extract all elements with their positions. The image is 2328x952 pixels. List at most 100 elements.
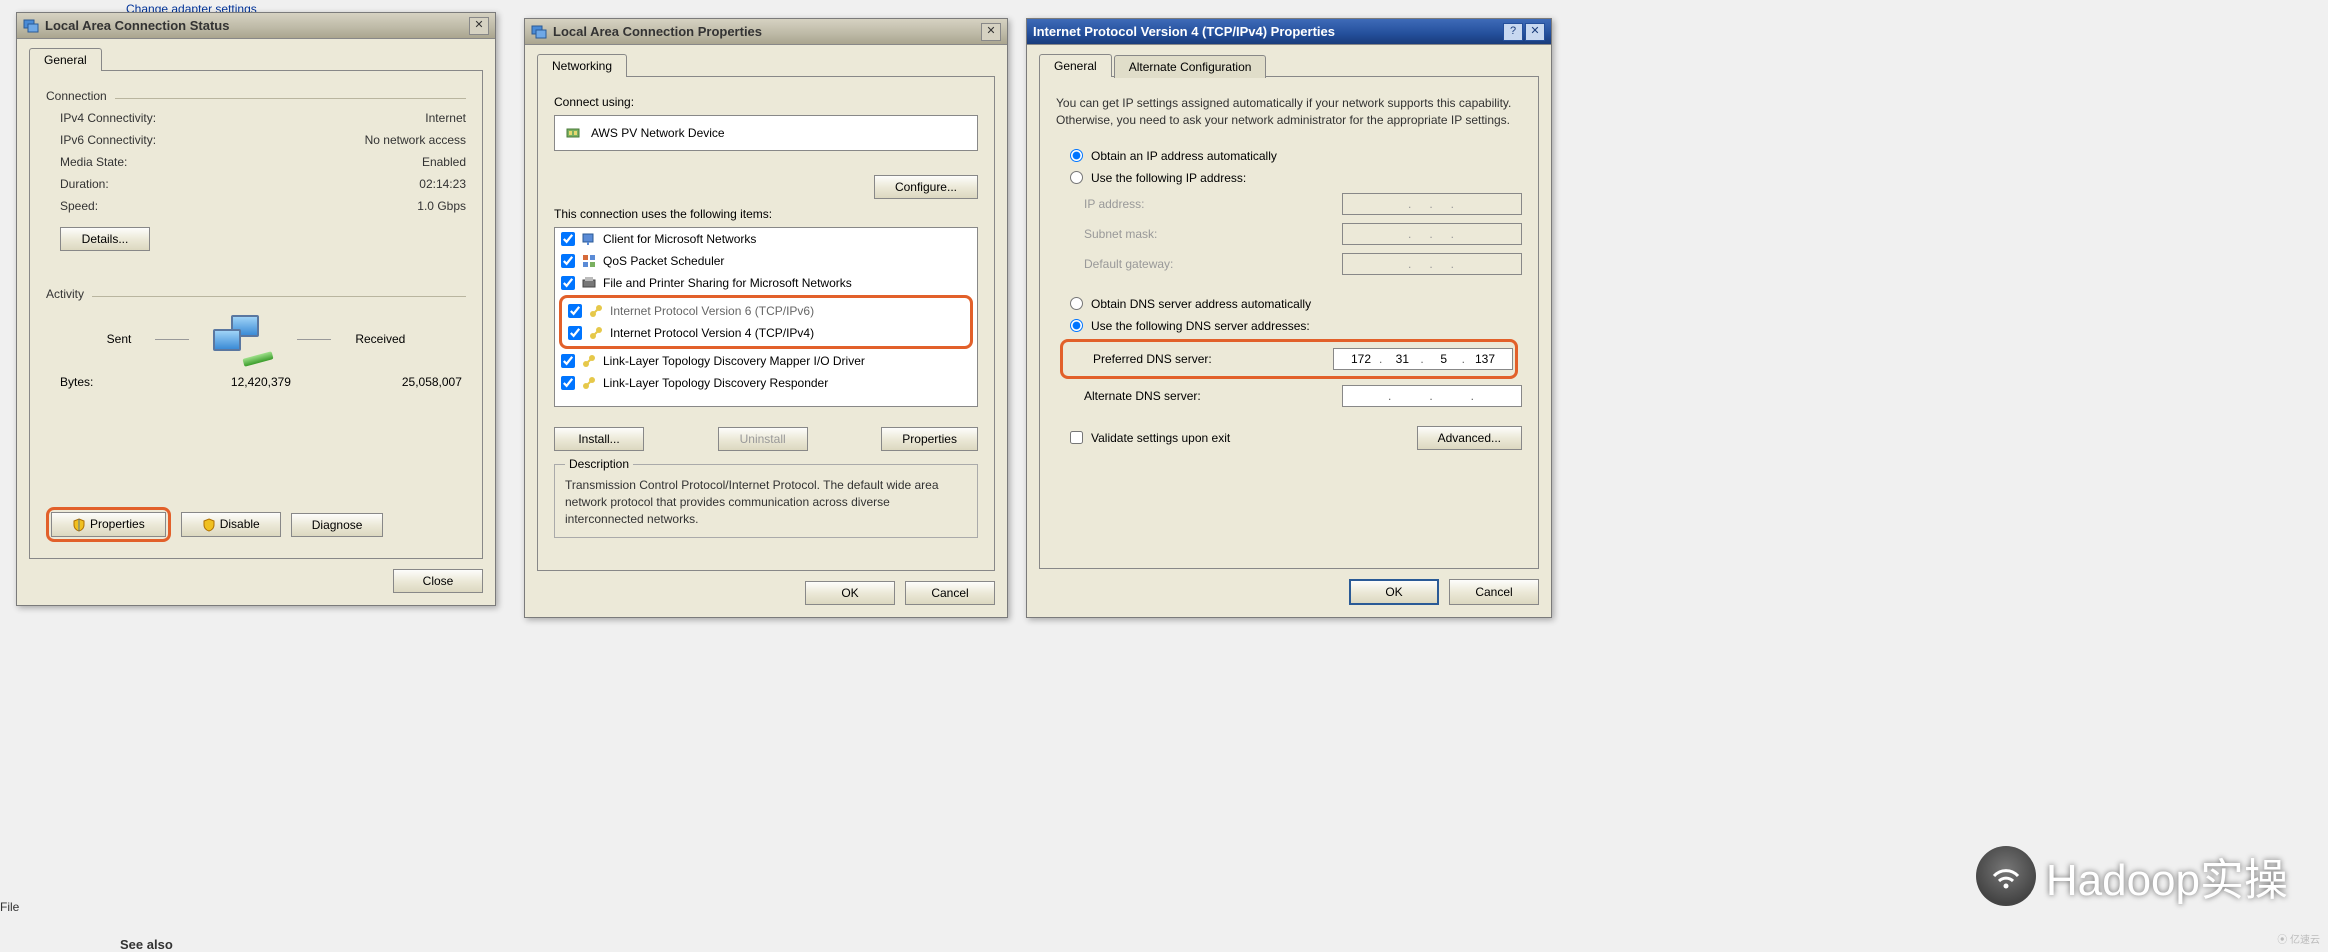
cancel-button[interactable]: Cancel (905, 581, 995, 605)
help-icon[interactable]: ? (1503, 23, 1523, 41)
radio-input[interactable] (1070, 297, 1083, 310)
item-label: File and Printer Sharing for Microsoft N… (603, 276, 852, 290)
ipv4-info-text: You can get IP settings assigned automat… (1056, 95, 1522, 129)
item-checkbox[interactable] (568, 326, 582, 340)
tab-networking[interactable]: Networking (537, 54, 627, 77)
list-item[interactable]: File and Printer Sharing for Microsoft N… (555, 272, 977, 294)
protocol-icon (581, 353, 597, 369)
subnet-mask-label: Subnet mask: (1084, 227, 1332, 241)
radio-use-dns[interactable]: Use the following DNS server addresses: (1056, 315, 1522, 337)
preferred-dns-label: Preferred DNS server: (1093, 352, 1323, 366)
list-item[interactable]: Link-Layer Topology Discovery Mapper I/O… (555, 350, 977, 372)
item-label: Client for Microsoft Networks (603, 232, 756, 246)
media-state-value: Enabled (422, 155, 466, 169)
cancel-button[interactable]: Cancel (1449, 579, 1539, 605)
duration-label: Duration: (60, 177, 419, 191)
list-item[interactable]: Link-Layer Topology Discovery Responder (555, 372, 977, 394)
tab-alternate-config[interactable]: Alternate Configuration (1114, 55, 1267, 78)
ipv4-conn-value: Internet (425, 111, 466, 125)
subnet-mask-input: . . . (1342, 223, 1522, 245)
activity-group-label: Activity (46, 287, 84, 301)
checkbox-input[interactable] (1070, 431, 1083, 444)
alternate-dns-label: Alternate DNS server: (1084, 389, 1332, 403)
sep-line-icon (155, 339, 189, 340)
radio-label: Use the following IP address: (1091, 171, 1246, 185)
ip-seg[interactable] (1352, 389, 1388, 403)
item-checkbox[interactable] (568, 304, 582, 318)
wifi-icon (1976, 846, 2036, 906)
properties-titlebar[interactable]: Local Area Connection Properties ✕ (525, 19, 1007, 45)
close-icon[interactable]: ✕ (981, 23, 1001, 41)
validate-settings-checkbox[interactable]: Validate settings upon exit (1056, 425, 1230, 451)
ok-button[interactable]: OK (1349, 579, 1439, 605)
alternate-dns-input[interactable]: . . . (1342, 385, 1522, 407)
radio-input[interactable] (1070, 149, 1083, 162)
sep-line-icon (297, 339, 331, 340)
radio-input[interactable] (1070, 171, 1083, 184)
ipv4-titlebar[interactable]: Internet Protocol Version 4 (TCP/IPv4) P… (1027, 19, 1551, 45)
network-status-icon (23, 18, 39, 34)
item-checkbox[interactable] (561, 232, 575, 246)
ip-seg[interactable] (1343, 352, 1379, 366)
sent-label: Sent (107, 332, 132, 346)
advanced-button[interactable]: Advanced... (1417, 426, 1522, 450)
uninstall-button: Uninstall (718, 427, 808, 451)
tab-general[interactable]: General (1039, 54, 1112, 77)
diagnose-button[interactable]: Diagnose (291, 513, 384, 537)
connection-items-list[interactable]: Client for Microsoft Networks QoS Packet… (554, 227, 978, 407)
disable-button[interactable]: Disable (181, 512, 281, 537)
details-button[interactable]: Details... (60, 227, 150, 251)
status-dialog: Local Area Connection Status ✕ General C… (16, 12, 496, 606)
bytes-sent-value: 12,420,379 (194, 375, 328, 389)
item-properties-button[interactable]: Properties (881, 427, 978, 451)
radio-input[interactable] (1070, 319, 1083, 332)
item-label: Internet Protocol Version 4 (TCP/IPv4) (610, 326, 814, 340)
ip-seg[interactable] (1393, 389, 1429, 403)
close-icon[interactable]: ✕ (1525, 23, 1545, 41)
configure-button[interactable]: Configure... (874, 175, 978, 199)
ip-address-input: . . . (1342, 193, 1522, 215)
preferred-dns-input[interactable]: . . . (1333, 348, 1513, 370)
radio-obtain-dns-auto[interactable]: Obtain DNS server address automatically (1056, 293, 1522, 315)
protocol-icon (581, 375, 597, 391)
radio-use-ip[interactable]: Use the following IP address: (1056, 167, 1522, 189)
default-gateway-input: . . . (1342, 253, 1522, 275)
bytes-received-value: 25,058,007 (328, 375, 462, 389)
computers-icon (213, 315, 273, 363)
adapter-icon (565, 124, 583, 142)
list-item-ipv4[interactable]: Internet Protocol Version 4 (TCP/IPv4) (562, 322, 970, 344)
item-label: Internet Protocol Version 6 (TCP/IPv6) (610, 304, 814, 318)
item-checkbox[interactable] (561, 254, 575, 268)
speed-label: Speed: (60, 199, 417, 213)
file-label: File (0, 900, 19, 914)
radio-obtain-ip-auto[interactable]: Obtain an IP address automatically (1056, 145, 1522, 167)
list-item[interactable]: QoS Packet Scheduler (555, 250, 977, 272)
close-icon[interactable]: ✕ (469, 17, 489, 35)
item-checkbox[interactable] (561, 276, 575, 290)
close-button[interactable]: Close (393, 569, 483, 593)
radio-label: Obtain an IP address automatically (1091, 149, 1277, 163)
received-label: Received (355, 332, 405, 346)
ip-seg[interactable] (1384, 352, 1420, 366)
status-title: Local Area Connection Status (45, 18, 469, 33)
items-label: This connection uses the following items… (554, 207, 978, 221)
ip-seg[interactable] (1476, 389, 1512, 403)
ok-button[interactable]: OK (805, 581, 895, 605)
adapter-name: AWS PV Network Device (591, 126, 725, 140)
ip-seg[interactable] (1435, 389, 1471, 403)
properties-button[interactable]: Properties (51, 512, 166, 537)
tab-general[interactable]: General (29, 48, 102, 71)
properties-dialog: Local Area Connection Properties ✕ Netwo… (524, 18, 1008, 618)
list-item[interactable]: Client for Microsoft Networks (555, 228, 977, 250)
item-checkbox[interactable] (561, 354, 575, 368)
status-titlebar[interactable]: Local Area Connection Status ✕ (17, 13, 495, 39)
item-checkbox[interactable] (561, 376, 575, 390)
media-state-label: Media State: (60, 155, 422, 169)
highlight-preferred-dns: Preferred DNS server: . . . (1060, 339, 1518, 379)
description-text: Transmission Control Protocol/Internet P… (565, 477, 967, 527)
install-button[interactable]: Install... (554, 427, 644, 451)
list-item[interactable]: Internet Protocol Version 6 (TCP/IPv6) (562, 300, 970, 322)
ipv4-title: Internet Protocol Version 4 (TCP/IPv4) P… (1033, 24, 1503, 39)
ip-seg[interactable] (1467, 352, 1503, 366)
ip-seg[interactable] (1426, 352, 1462, 366)
